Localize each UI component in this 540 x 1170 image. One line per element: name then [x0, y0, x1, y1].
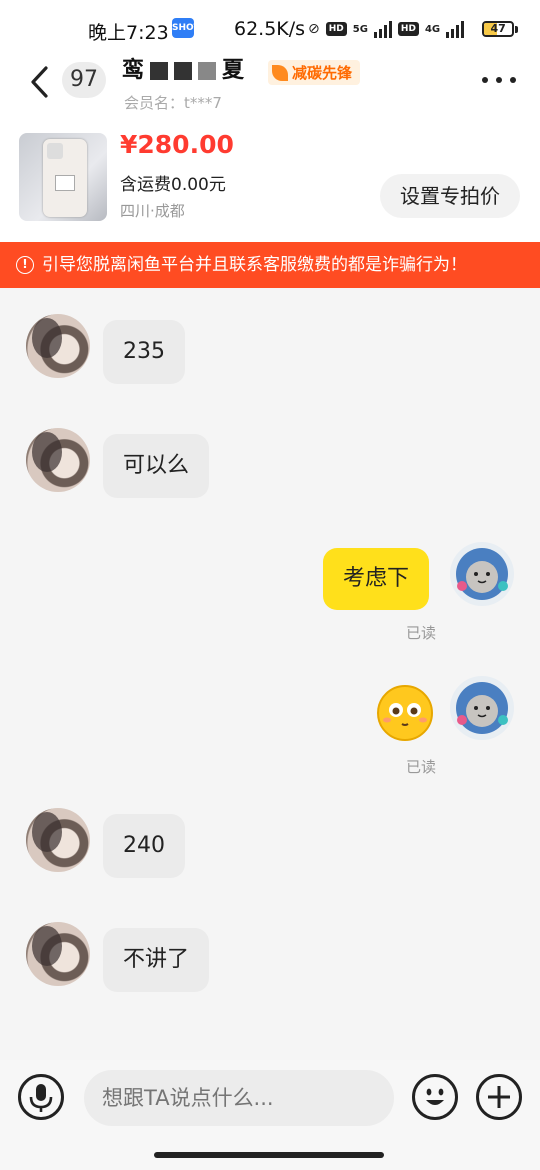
badge-label: 减碳先锋: [292, 64, 353, 82]
battery-icon: 47: [482, 21, 519, 37]
fraud-warning-banner: ! 引导您脱离闲鱼平台并且联系客服缴费的都是诈骗行为！: [0, 242, 540, 288]
network-type-2: 4G: [424, 23, 441, 35]
product-location: 四川·成都: [120, 202, 185, 220]
signal-icon-1: [373, 20, 392, 38]
carbon-pioneer-badge[interactable]: 减碳先锋: [268, 60, 361, 85]
network-type-1: 5G: [352, 23, 368, 35]
more-options-icon[interactable]: [482, 68, 516, 92]
message-bubble[interactable]: 可以么: [103, 434, 210, 498]
message-incoming: 不讲了: [0, 922, 540, 992]
emoji-face-icon[interactable]: [376, 684, 434, 742]
redacted-block: [198, 62, 217, 80]
signal-icon-2: [446, 20, 465, 38]
chat-title-last-char: 夏: [222, 58, 245, 83]
message-bubble[interactable]: 不讲了: [103, 928, 210, 992]
seller-avatar[interactable]: [26, 808, 90, 872]
app-notification-icon: SHOT: [172, 18, 200, 38]
status-icons: ⊘ HD 5G HD 4G 47: [308, 18, 519, 40]
home-indicator[interactable]: [154, 1152, 384, 1158]
seller-avatar[interactable]: [26, 314, 90, 378]
unread-count-badge[interactable]: 97: [62, 62, 106, 98]
read-receipt: 已读: [406, 758, 437, 776]
chat-title-first-char: 鸾: [122, 58, 145, 83]
wifi-off-icon: ⊘: [308, 21, 320, 37]
product-thumbnail[interactable]: [19, 133, 107, 221]
hd-badge-2: HD: [397, 22, 419, 36]
member-name: 会员名：t***7: [124, 94, 222, 112]
chat-title: 鸾 夏: [122, 58, 244, 84]
product-card[interactable]: ¥280.00 含运费0.00元 四川·成都 设置专拍价: [0, 122, 540, 242]
back-arrow-icon[interactable]: [26, 64, 54, 100]
message-bubble[interactable]: 235: [103, 320, 185, 384]
message-outgoing: 考虑下 已读: [0, 542, 540, 642]
message-incoming: 235: [0, 314, 540, 384]
message-incoming: 240: [0, 808, 540, 878]
warning-text: 引导您脱离闲鱼平台并且联系客服缴费的都是诈骗行为！: [42, 255, 467, 275]
chat-header: 97 鸾 夏 减碳先锋 会员名：t***7: [0, 58, 540, 122]
product-price: ¥280.00: [120, 130, 234, 159]
leaf-icon: [272, 64, 288, 81]
message-bubble[interactable]: 考虑下: [323, 548, 430, 610]
redacted-block: [150, 62, 169, 80]
warning-icon: !: [16, 256, 34, 274]
seller-avatar[interactable]: [26, 428, 90, 492]
redacted-block: [174, 62, 193, 80]
add-attachment-icon[interactable]: [476, 1074, 522, 1120]
my-avatar[interactable]: [450, 542, 514, 606]
my-avatar[interactable]: [450, 676, 514, 740]
emoji-picker-icon[interactable]: [412, 1074, 458, 1120]
network-speed: 62.5K/s: [234, 18, 306, 40]
hd-badge-1: HD: [325, 22, 347, 36]
status-bar: 晚上7:23 SHOT 62.5K/s ⊘ HD 5G HD 4G 47: [0, 0, 540, 58]
battery-level: 47: [490, 22, 506, 35]
read-receipt: 已读: [406, 624, 437, 642]
status-time: 晚上7:23: [88, 22, 169, 44]
microphone-icon[interactable]: [18, 1074, 64, 1120]
shipping-fee: 含运费0.00元: [120, 175, 226, 195]
message-input[interactable]: [84, 1070, 394, 1126]
message-bubble[interactable]: 240: [103, 814, 185, 878]
message-incoming: 可以么: [0, 428, 540, 498]
seller-avatar[interactable]: [26, 922, 90, 986]
message-outgoing: 已读: [0, 676, 540, 776]
set-special-price-button[interactable]: 设置专拍价: [380, 174, 520, 218]
